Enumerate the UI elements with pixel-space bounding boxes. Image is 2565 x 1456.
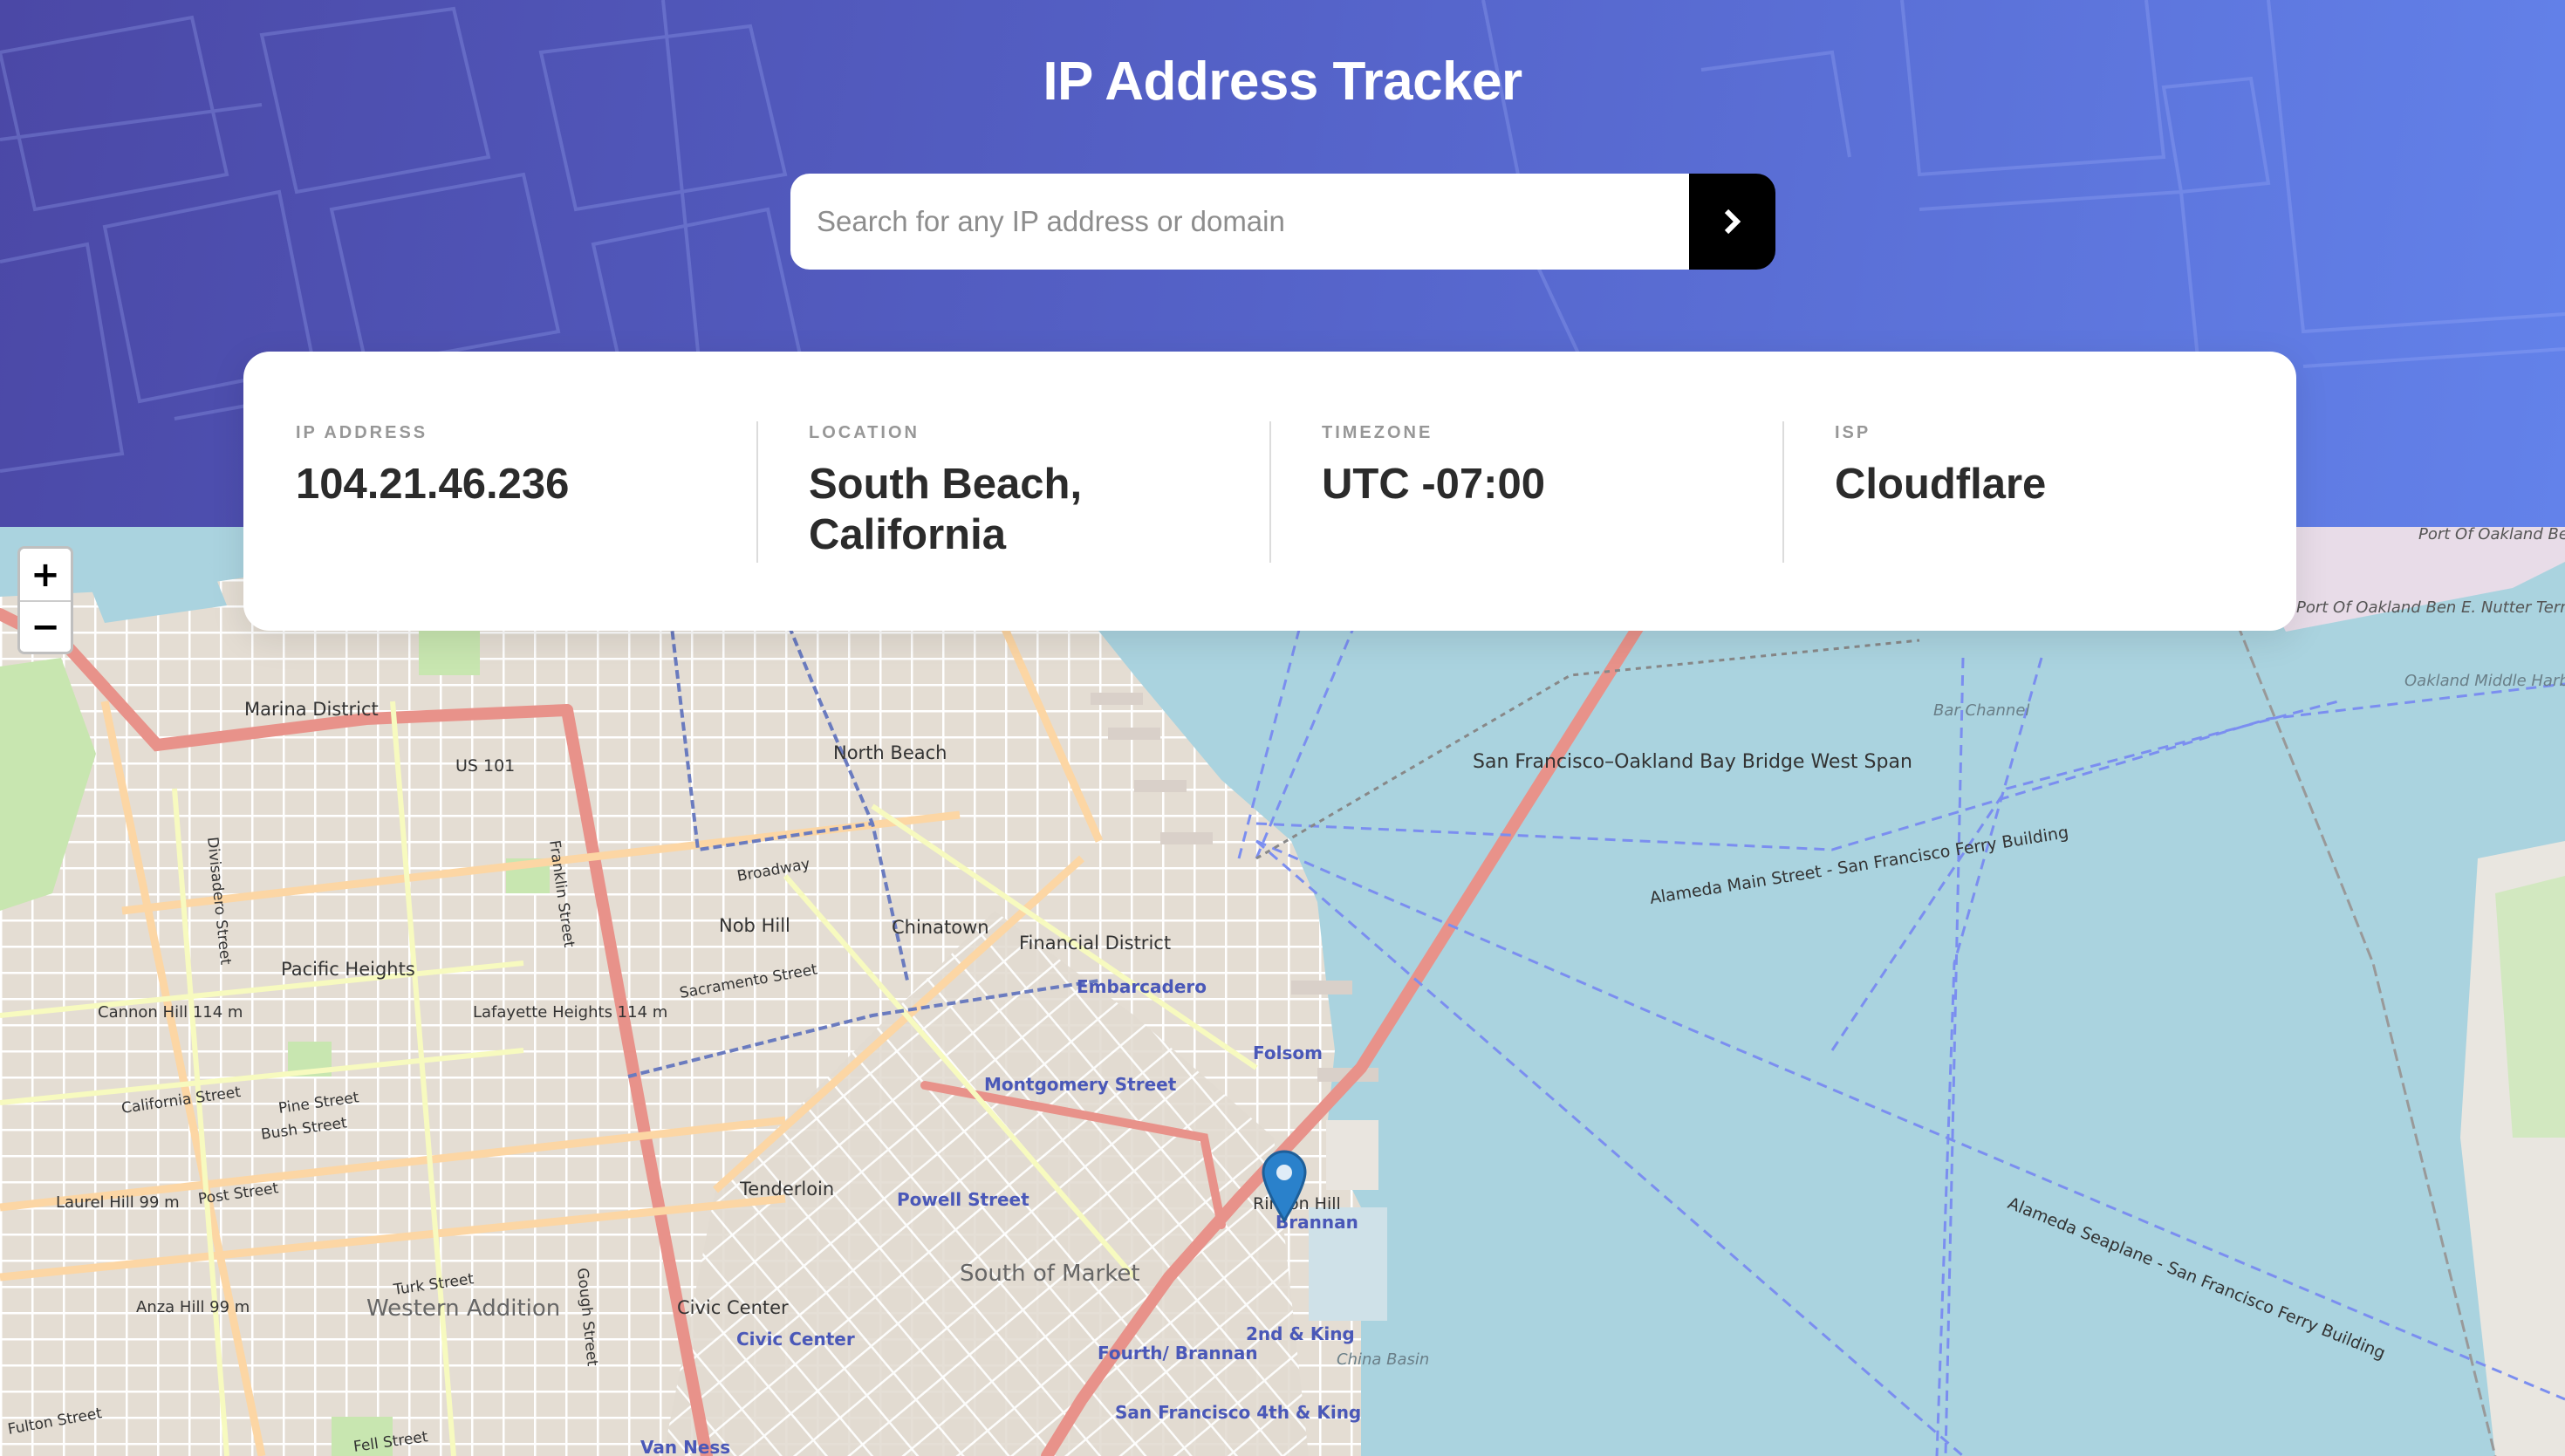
info-label: TIMEZONE bbox=[1322, 423, 1433, 442]
map-label-montgomery: Montgomery Street bbox=[984, 1074, 1177, 1095]
map-label-anza-hill: Anza Hill 99 m bbox=[136, 1298, 250, 1316]
search-form bbox=[790, 174, 1775, 270]
map-label-embarcadero: Embarcadero bbox=[1077, 976, 1207, 997]
map-label-civic-center-station: Civic Center bbox=[736, 1329, 855, 1350]
ip-info-card: IP ADDRESS 104.21.46.236 LOCATION South … bbox=[243, 352, 2296, 631]
map-label-laurel-hill: Laurel Hill 99 m bbox=[56, 1193, 180, 1212]
map-label-bay-bridge: San Francisco–Oakland Bay Bridge West Sp… bbox=[1473, 751, 1912, 773]
map-label-sf-4th-king: San Francisco 4th & King bbox=[1115, 1402, 1361, 1423]
map-label-port-oakland-berths: Port Of Oakland Berths 32-34 bbox=[2418, 527, 2565, 543]
map-zoom-control: + − bbox=[17, 546, 73, 654]
map-label-civic-center: Civic Center bbox=[677, 1297, 789, 1318]
info-isp: ISP Cloudflare bbox=[1782, 421, 2295, 631]
map-label-van-ness: Van Ness bbox=[640, 1437, 730, 1456]
page-title: IP Address Tracker bbox=[1043, 51, 1522, 112]
map-label-lafayette-heights: Lafayette Heights 114 m bbox=[473, 1003, 667, 1022]
search-submit-button[interactable] bbox=[1689, 174, 1775, 270]
map-label-north-beach: North Beach bbox=[833, 742, 947, 763]
map-label-western-addition: Western Addition bbox=[366, 1295, 560, 1322]
info-value: UTC -07:00 bbox=[1322, 461, 1545, 508]
map-label-chinatown: Chinatown bbox=[892, 917, 989, 938]
info-location: LOCATION South Beach, California bbox=[756, 421, 1269, 631]
info-label: ISP bbox=[1835, 423, 1871, 442]
info-timezone: TIMEZONE UTC -07:00 bbox=[1269, 421, 1782, 631]
map-label-cannon-hill: Cannon Hill 114 m bbox=[98, 1003, 243, 1022]
park bbox=[419, 623, 480, 675]
info-value: 104.21.46.236 bbox=[296, 461, 570, 508]
map-label-folsom: Folsom bbox=[1253, 1042, 1323, 1063]
map-label-middle-harbor: Oakland Middle Harbor bbox=[2404, 672, 2565, 690]
location-pin-icon[interactable] bbox=[1262, 1150, 1307, 1223]
map-label-fourth-brannan: Fourth/ Brannan bbox=[1098, 1343, 1258, 1364]
map-label-tenderloin: Tenderloin bbox=[739, 1179, 834, 1200]
map-view[interactable]: Marina District North Beach Pacific Heig… bbox=[0, 527, 2565, 1456]
info-label: IP ADDRESS bbox=[296, 423, 428, 442]
search-input[interactable] bbox=[790, 174, 1689, 270]
map-label-2nd-king: 2nd & King bbox=[1246, 1323, 1355, 1344]
map-label-nob-hill: Nob Hill bbox=[719, 915, 790, 936]
map-label-us101: US 101 bbox=[455, 756, 515, 776]
info-ip-address: IP ADDRESS 104.21.46.236 bbox=[243, 421, 756, 631]
zoom-in-button[interactable]: + bbox=[20, 549, 71, 600]
map-label-financial-district: Financial District bbox=[1019, 933, 1171, 954]
map-label-bar-channel: Bar Channel bbox=[1933, 701, 2029, 720]
zoom-out-button[interactable]: − bbox=[20, 600, 71, 652]
map-label-marina: Marina District bbox=[244, 699, 379, 720]
info-label: LOCATION bbox=[809, 423, 920, 442]
map-label-china-basin: China Basin bbox=[1337, 1350, 1429, 1369]
info-value: Cloudflare bbox=[1835, 461, 2047, 508]
map-label-port-oakland-terminal: Port Of Oakland Ben E. Nutter Terminal bbox=[2296, 598, 2565, 617]
chevron-right-icon bbox=[1724, 208, 1741, 235]
info-value: South Beach, California bbox=[809, 461, 1083, 558]
map-label-soma: South of Market bbox=[960, 1261, 1140, 1287]
map-label-powell: Powell Street bbox=[897, 1189, 1029, 1210]
map-tiles[interactable]: Marina District North Beach Pacific Heig… bbox=[0, 527, 2565, 1456]
map-label-pacific-heights: Pacific Heights bbox=[281, 959, 415, 980]
